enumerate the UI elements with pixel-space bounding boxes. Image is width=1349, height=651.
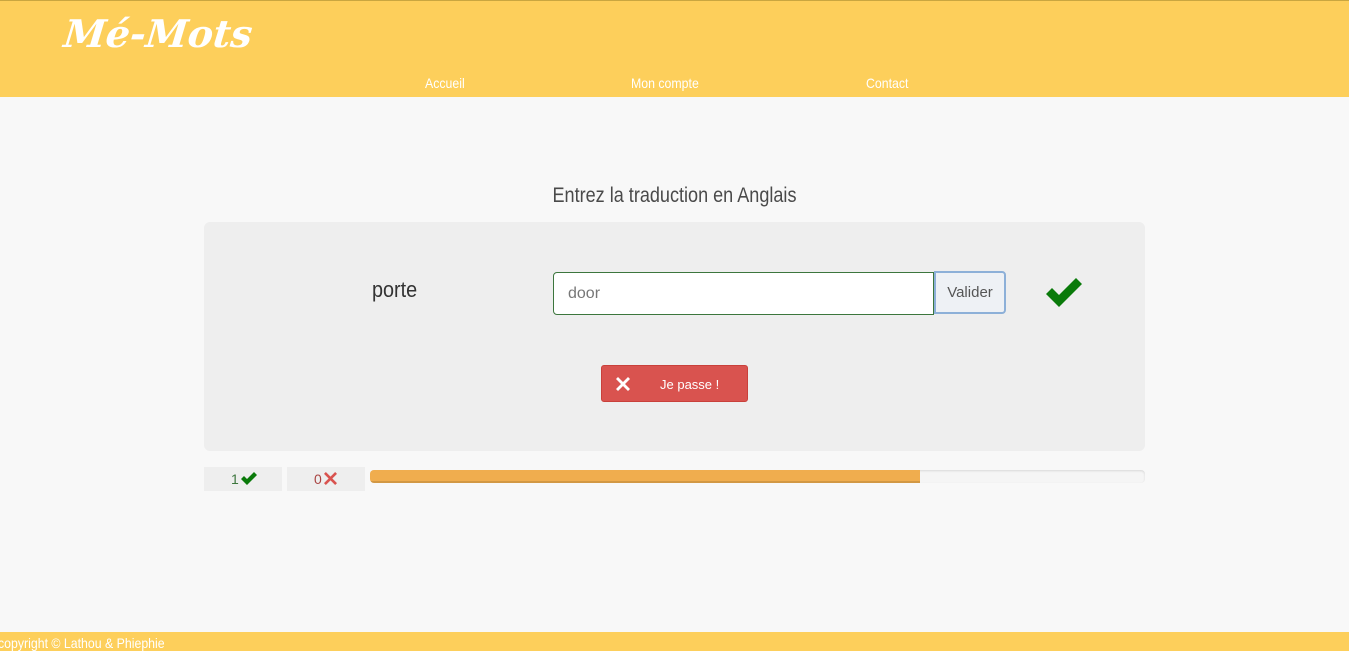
nav-contact[interactable]: Contact (866, 75, 908, 91)
quiz-instruction: Entrez la traduction en Anglais (552, 184, 797, 207)
skip-button[interactable]: Je passe ! (601, 365, 748, 402)
close-icon (616, 377, 630, 391)
nav-accueil[interactable]: Accueil (425, 75, 465, 91)
check-small-icon (241, 472, 257, 485)
wrong-count: 0 (314, 471, 322, 487)
answer-input[interactable] (553, 272, 934, 315)
quiz-panel: porte Valider Je passe ! (204, 222, 1145, 451)
site-footer: copyright © Lathou & Phiephie (0, 632, 1349, 651)
check-icon (1046, 278, 1082, 307)
progress-bar-fill (370, 470, 921, 483)
skip-button-label: Je passe ! (660, 377, 720, 392)
word-to-translate: porte (372, 277, 418, 302)
site-logo[interactable]: Mé-Mots (62, 11, 255, 56)
wrong-count-badge: 0 (287, 467, 365, 491)
correct-count-badge: 1 (204, 467, 282, 491)
site-header: Mé-Mots Accueil Mon compte Contact (0, 0, 1349, 97)
progress-bar (370, 470, 1145, 483)
copyright-text: copyright © Lathou & Phiephie (0, 635, 165, 651)
correct-count: 1 (231, 471, 239, 487)
cross-small-icon (324, 472, 337, 485)
validate-button[interactable]: Valider (934, 271, 1006, 314)
nav-mon-compte[interactable]: Mon compte (631, 75, 699, 91)
